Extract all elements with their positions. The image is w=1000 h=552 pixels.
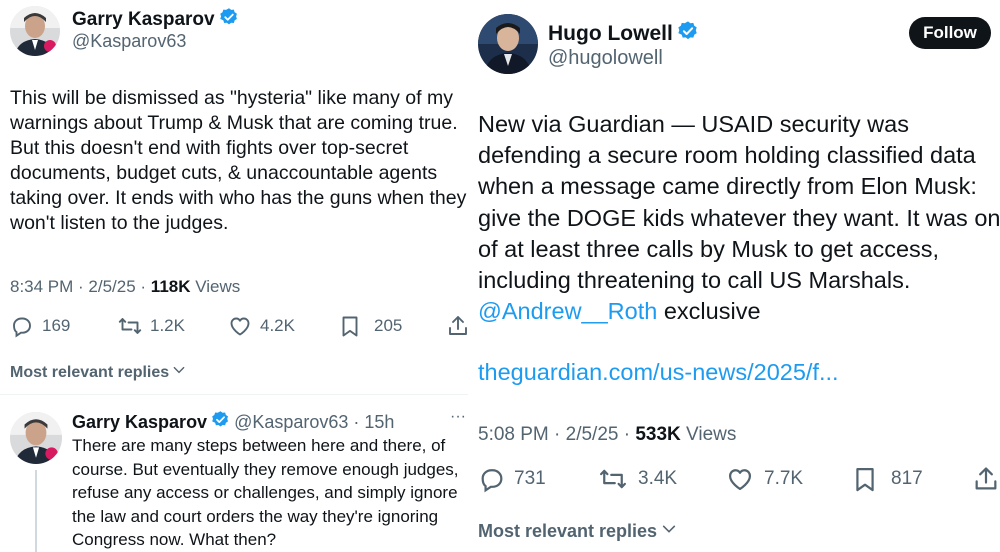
verified-badge-icon — [677, 20, 699, 48]
tweet-timestamp[interactable]: 5:08 PM · 2/5/25 · — [478, 424, 635, 445]
author-handle[interactable]: @Kasparov63 — [72, 31, 186, 52]
reply-author-name[interactable]: Garry Kasparov — [72, 412, 207, 433]
section-divider — [0, 394, 468, 395]
reply-button[interactable]: 169 — [10, 314, 70, 338]
lowell-avatar-image — [478, 14, 538, 74]
like-icon — [228, 314, 252, 338]
most-relevant-replies-dropdown[interactable]: Most relevant replies — [478, 521, 677, 542]
share-button[interactable] — [446, 314, 468, 338]
kasparov-avatar-image — [10, 412, 62, 464]
thread-line — [35, 470, 37, 552]
tweet-author-row: Hugo Lowell — [548, 20, 699, 48]
repost-count: 1.2K — [150, 316, 185, 335]
reply-count: 169 — [42, 316, 71, 335]
mention-link[interactable]: @Andrew__Roth — [478, 298, 657, 324]
repost-icon — [598, 465, 628, 493]
bookmark-icon — [338, 314, 362, 338]
views-count: 533K — [635, 424, 681, 445]
reply-icon — [478, 465, 506, 493]
views-label: Views — [680, 424, 737, 445]
bookmark-count: 205 — [374, 316, 403, 335]
like-button[interactable]: 7.7K — [726, 465, 803, 493]
kasparov-avatar-image — [10, 6, 60, 56]
chevron-down-icon — [661, 521, 677, 542]
tweet-author-row: Garry Kasparov — [72, 7, 239, 33]
reply-count: 731 — [514, 468, 546, 489]
bookmark-count: 817 — [891, 468, 923, 489]
like-count: 7.7K — [764, 468, 804, 489]
reply-author-row: Garry Kasparov @Kasparov63 · 15h — [72, 410, 394, 434]
bookmark-button[interactable]: 817 — [851, 465, 923, 493]
follow-button[interactable]: Follow — [909, 17, 991, 49]
verified-badge-icon — [219, 7, 239, 33]
tweet-meta: 8:34 PM · 2/5/25 · 118K Views — [10, 277, 240, 297]
share-button[interactable] — [972, 465, 1000, 493]
most-relevant-label: Most relevant replies — [478, 521, 658, 541]
like-button[interactable]: 4.2K — [228, 314, 295, 338]
author-name[interactable]: Hugo Lowell — [548, 22, 673, 46]
views-label: Views — [190, 277, 241, 296]
views-count: 118K — [150, 277, 191, 296]
reply-button[interactable]: 731 — [478, 465, 546, 493]
right-screenshot-panel: Hugo Lowell @hugolowell Follow New via G… — [470, 0, 1000, 552]
reply-text: There are many steps between here and th… — [72, 436, 459, 549]
reply-icon — [10, 314, 34, 338]
like-icon — [726, 465, 754, 493]
most-relevant-label: Most relevant replies — [10, 363, 170, 381]
avatar[interactable] — [10, 6, 60, 56]
verified-badge-icon — [211, 410, 230, 434]
like-count: 4.2K — [260, 316, 295, 335]
author-name[interactable]: Garry Kasparov — [72, 9, 215, 31]
chevron-down-icon — [172, 363, 186, 382]
article-link[interactable]: theguardian.com/us-news/2025/f... — [478, 359, 839, 386]
reply-handle-time[interactable]: @Kasparov63 · 15h — [234, 412, 394, 433]
repost-count: 3.4K — [638, 468, 678, 489]
more-icon[interactable]: ··· — [450, 408, 466, 426]
tweet-meta: 5:08 PM · 2/5/25 · 533K Views — [478, 424, 736, 446]
tweet-text-main: New via Guardian — USAID security was de… — [478, 111, 1000, 294]
left-screenshot-panel: Garry Kasparov @Kasparov63 This will be … — [0, 0, 468, 552]
reply-avatar[interactable] — [10, 412, 62, 464]
most-relevant-replies-dropdown[interactable]: Most relevant replies — [10, 363, 186, 382]
tweet-text: New via Guardian — USAID security was de… — [478, 109, 1000, 327]
tweet-timestamp[interactable]: 8:34 PM · 2/5/25 · — [10, 277, 151, 296]
share-icon — [446, 314, 468, 338]
bookmark-icon — [851, 465, 879, 493]
bookmark-button[interactable]: 205 — [338, 314, 402, 338]
repost-button[interactable]: 1.2K — [118, 314, 185, 338]
avatar[interactable] — [478, 14, 538, 74]
tweet-text-end: exclusive — [657, 298, 761, 325]
author-handle[interactable]: @hugolowell — [548, 47, 663, 70]
tweet-text: This will be dismissed as "hysteria" lik… — [10, 87, 467, 234]
share-icon — [972, 465, 1000, 493]
repost-icon — [118, 314, 142, 338]
repost-button[interactable]: 3.4K — [598, 465, 677, 493]
